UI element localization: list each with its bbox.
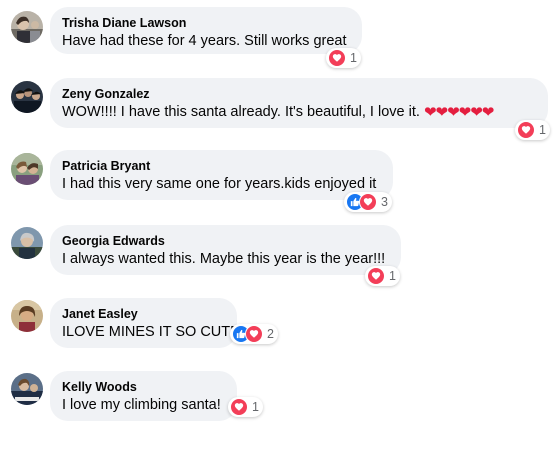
love-icon xyxy=(328,49,346,67)
avatar[interactable] xyxy=(11,300,43,332)
comment-text: WOW!!!! I have this santa already. It's … xyxy=(62,102,536,123)
avatar[interactable] xyxy=(11,11,43,43)
reaction-summary[interactable]: 1 xyxy=(515,120,550,140)
comment-thread: Trisha Diane Lawson Have had these for 4… xyxy=(0,0,559,450)
avatar[interactable] xyxy=(11,373,43,405)
love-icon xyxy=(367,267,385,285)
reaction-summary[interactable]: 3 xyxy=(344,192,392,212)
comment-text: I had this very same one for years.kids … xyxy=(62,176,377,192)
reaction-count: 1 xyxy=(539,123,546,137)
comment-bubble: Kelly Woods I love my climbing santa! xyxy=(50,371,237,421)
love-icon xyxy=(230,398,248,416)
avatar[interactable] xyxy=(11,81,43,113)
love-icon xyxy=(359,193,377,211)
comment-author[interactable]: Patricia Bryant xyxy=(62,158,381,174)
comment-text: Have had these for 4 years. Still works … xyxy=(62,33,347,49)
comment-bubble: Georgia Edwards I always wanted this. Ma… xyxy=(50,225,401,275)
reaction-summary[interactable]: 1 xyxy=(228,397,263,417)
comment-bubble: Zeny Gonzalez WOW!!!! I have this santa … xyxy=(50,78,548,128)
love-icon xyxy=(517,121,535,139)
comment-author[interactable]: Georgia Edwards xyxy=(62,233,389,249)
reaction-summary[interactable]: 1 xyxy=(326,48,361,68)
comment-text: I always wanted this. Maybe this year is… xyxy=(62,251,386,267)
comment-bubble: Janet Easley ILOVE MINES IT SO CUTE xyxy=(50,298,240,348)
heart-emojis: ❤❤❤❤❤❤ xyxy=(423,104,494,121)
reaction-summary[interactable]: 1 xyxy=(365,266,400,286)
reaction-count: 2 xyxy=(267,327,274,341)
reaction-summary[interactable]: 2 xyxy=(230,324,278,344)
avatar[interactable] xyxy=(11,227,43,259)
comment-text: ILOVE MINES IT SO CUTE xyxy=(62,324,240,340)
reaction-count: 3 xyxy=(381,195,388,209)
reaction-count: 1 xyxy=(389,269,396,283)
comment-text-body: WOW!!!! I have this santa already. It's … xyxy=(62,104,424,120)
reaction-count: 1 xyxy=(350,51,357,65)
comment-author[interactable]: Kelly Woods xyxy=(62,379,225,395)
comment-bubble: Trisha Diane Lawson Have had these for 4… xyxy=(50,7,362,54)
love-icon xyxy=(245,325,263,343)
comment-author[interactable]: Janet Easley xyxy=(62,306,225,322)
comment-text: I love my climbing santa! xyxy=(62,397,221,413)
comment-bubble: Patricia Bryant I had this very same one… xyxy=(50,150,393,200)
avatar[interactable] xyxy=(11,153,43,185)
reaction-count: 1 xyxy=(252,400,259,414)
comment-author[interactable]: Zeny Gonzalez xyxy=(62,86,536,102)
comment-author[interactable]: Trisha Diane Lawson xyxy=(62,15,350,31)
